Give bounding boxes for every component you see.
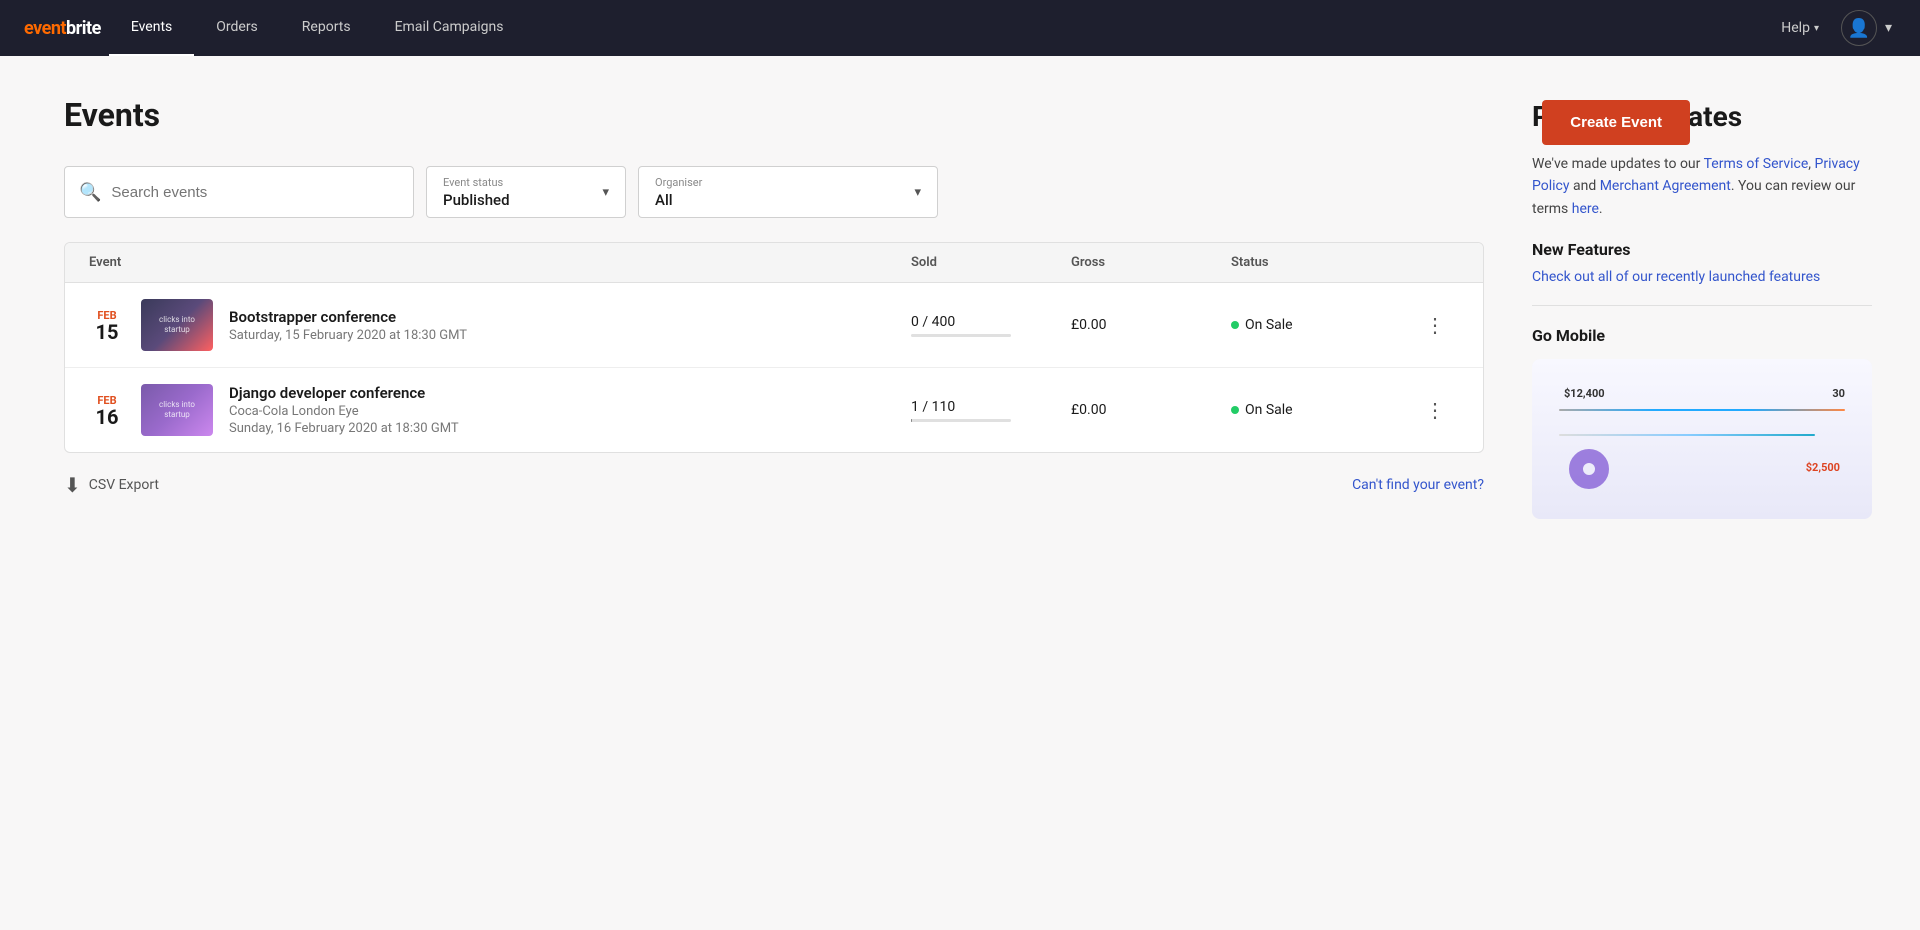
event-cell-1: FEB 15 clicks intostartup Bootstrapper c… (89, 299, 911, 351)
logo[interactable]: eventbrite (24, 18, 101, 39)
help-chevron-icon: ▾ (1814, 23, 1819, 34)
event-date-str-2: Sunday, 16 February 2020 at 18:30 GMT (229, 421, 459, 436)
event-day-2: 16 (96, 407, 119, 427)
organiser-filter[interactable]: Organiser All ▾ (638, 166, 938, 218)
event-status-chevron-icon: ▾ (602, 185, 609, 200)
more-button-2[interactable]: ⋮ (1411, 394, 1459, 427)
table-header: Event Sold Gross Status (65, 243, 1483, 283)
col-actions (1411, 255, 1459, 270)
user-icon: 👤 (1848, 18, 1870, 39)
event-status-value: Published (443, 191, 510, 209)
col-event: Event (89, 255, 911, 270)
nav-link-email-campaigns[interactable]: Email Campaigns (373, 0, 526, 56)
event-venue-2: Coca-Cola London Eye (229, 404, 459, 419)
nav-link-orders[interactable]: Orders (194, 0, 280, 56)
search-icon: 🔍 (79, 182, 101, 203)
thumb-text-1: clicks intostartup (155, 311, 199, 340)
nav-link-reports[interactable]: Reports (280, 0, 373, 56)
new-features-title: New Features (1532, 240, 1872, 259)
here-link[interactable]: here (1572, 201, 1599, 217)
go-mobile-title: Go Mobile (1532, 326, 1872, 345)
sidebar-divider (1532, 305, 1872, 306)
status-dot-1 (1231, 321, 1239, 329)
organiser-label: Organiser (655, 176, 702, 189)
table-row: FEB 16 clicks intostartup Django develop… (65, 368, 1483, 452)
col-status: Status (1231, 255, 1411, 270)
chart-value-2: 30 (1832, 387, 1845, 400)
navbar-right: Help ▾ 👤 ▾ (1771, 10, 1896, 46)
merchant-agreement-link[interactable]: Merchant Agreement (1600, 178, 1731, 194)
table-row: FEB 15 clicks intostartup Bootstrapper c… (65, 283, 1483, 368)
event-info-2: Django developer conference Coca-Cola Lo… (229, 384, 459, 436)
status-cell-1: On Sale (1231, 317, 1411, 333)
status-label-1: On Sale (1245, 317, 1293, 333)
nav-link-events[interactable]: Events (109, 0, 194, 56)
sidebar-body-text: We've made updates to our Terms of Servi… (1532, 153, 1872, 220)
nav-links: Events Orders Reports Email Campaigns (109, 0, 526, 56)
status-dot-2 (1231, 406, 1239, 414)
col-gross: Gross (1071, 255, 1231, 270)
tos-link[interactable]: Terms of Service (1704, 156, 1809, 172)
event-status-filter[interactable]: Event status Published ▾ (426, 166, 626, 218)
event-thumb-2[interactable]: clicks intostartup (141, 384, 213, 436)
gross-cell-1: £0.00 (1071, 317, 1231, 333)
organiser-value: All (655, 191, 702, 209)
table-footer: ⬇ CSV Export Can't find your event? (64, 453, 1484, 497)
chart-mock: $12,400 30 $2,500 (1549, 379, 1855, 499)
thumb-text-2: clicks intostartup (155, 396, 199, 425)
event-status-label: Event status (443, 176, 510, 189)
status-cell-2: On Sale (1231, 402, 1411, 418)
expand-button[interactable]: ▾ (1881, 14, 1896, 42)
sold-cell-2: 1 / 110 (911, 399, 1071, 422)
chart-value-1: $12,400 (1564, 387, 1605, 400)
cant-find-link[interactable]: Can't find your event? (1352, 477, 1484, 493)
chart-line-2 (1559, 434, 1815, 436)
help-button[interactable]: Help ▾ (1771, 14, 1829, 42)
event-info-1: Bootstrapper conference Saturday, 15 Feb… (229, 308, 467, 343)
event-cell-2: FEB 16 clicks intostartup Django develop… (89, 384, 911, 436)
sold-cell-1: 0 / 400 (911, 314, 1071, 337)
more-button-1[interactable]: ⋮ (1411, 309, 1459, 342)
event-day-1: 15 (96, 322, 119, 342)
search-box: 🔍 (64, 166, 414, 218)
organiser-chevron-icon: ▾ (914, 185, 921, 200)
event-name-2[interactable]: Django developer conference (229, 384, 459, 402)
chart-donut-1 (1569, 449, 1609, 489)
event-thumb-1[interactable]: clicks intostartup (141, 299, 213, 351)
create-event-button[interactable]: Create Event (1542, 100, 1690, 145)
col-sold: Sold (911, 255, 1071, 270)
event-date-1: FEB 15 (89, 309, 125, 342)
user-icon-button[interactable]: 👤 (1841, 10, 1877, 46)
main-content: Events 🔍 Event status Published ▾ Organ (64, 96, 1484, 519)
filters-row: 🔍 Event status Published ▾ Organiser All (64, 166, 1484, 218)
chart-line-1 (1559, 409, 1845, 411)
csv-export-link[interactable]: ⬇ CSV Export (64, 473, 159, 497)
search-input[interactable] (111, 184, 399, 201)
csv-download-icon: ⬇ (64, 473, 81, 497)
help-label: Help (1781, 20, 1810, 36)
event-date-2: FEB 16 (89, 394, 125, 427)
navbar: eventbrite Events Orders Reports Email C… (0, 0, 1920, 56)
page-title: Events (64, 96, 1484, 134)
mobile-preview: $12,400 30 $2,500 (1532, 359, 1872, 519)
event-name-1[interactable]: Bootstrapper conference (229, 308, 467, 326)
events-table: Event Sold Gross Status FEB 15 (64, 242, 1484, 453)
chart-value-3: $2,500 (1806, 461, 1840, 474)
event-date-str-1: Saturday, 15 February 2020 at 18:30 GMT (229, 328, 467, 343)
sidebar: Product Updates We've made updates to ou… (1532, 96, 1872, 519)
status-label-2: On Sale (1245, 402, 1293, 418)
gross-cell-2: £0.00 (1071, 402, 1231, 418)
csv-export-label: CSV Export (89, 477, 159, 493)
new-features-link[interactable]: Check out all of our recently launched f… (1532, 269, 1872, 285)
